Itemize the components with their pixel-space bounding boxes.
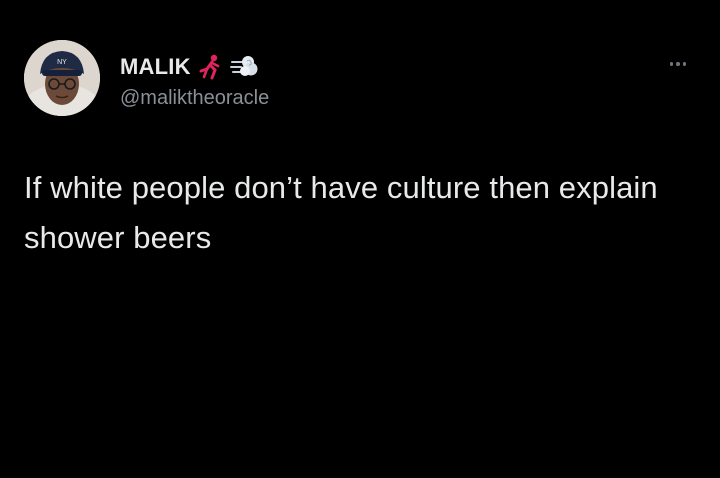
more-options-button[interactable] — [662, 54, 694, 74]
avatar-image: NY — [24, 40, 100, 116]
more-horizontal-icon — [669, 62, 674, 66]
more-horizontal-icon — [676, 62, 680, 66]
dash-emoji-icon — [229, 53, 259, 81]
author-display-name[interactable]: MALIK — [120, 54, 191, 80]
author-name-row[interactable]: MALIK — [120, 52, 259, 82]
author-handle[interactable]: @maliktheoracle — [120, 87, 269, 110]
svg-text:NY: NY — [57, 59, 67, 66]
tweet-card: NY MALIK @maliktheoracle If white people… — [0, 0, 720, 478]
tweet-text: If white people don’t have culture then … — [24, 170, 658, 255]
author-avatar[interactable]: NY — [24, 40, 100, 116]
runner-emoji-icon — [195, 53, 225, 81]
more-horizontal-icon — [682, 62, 687, 66]
